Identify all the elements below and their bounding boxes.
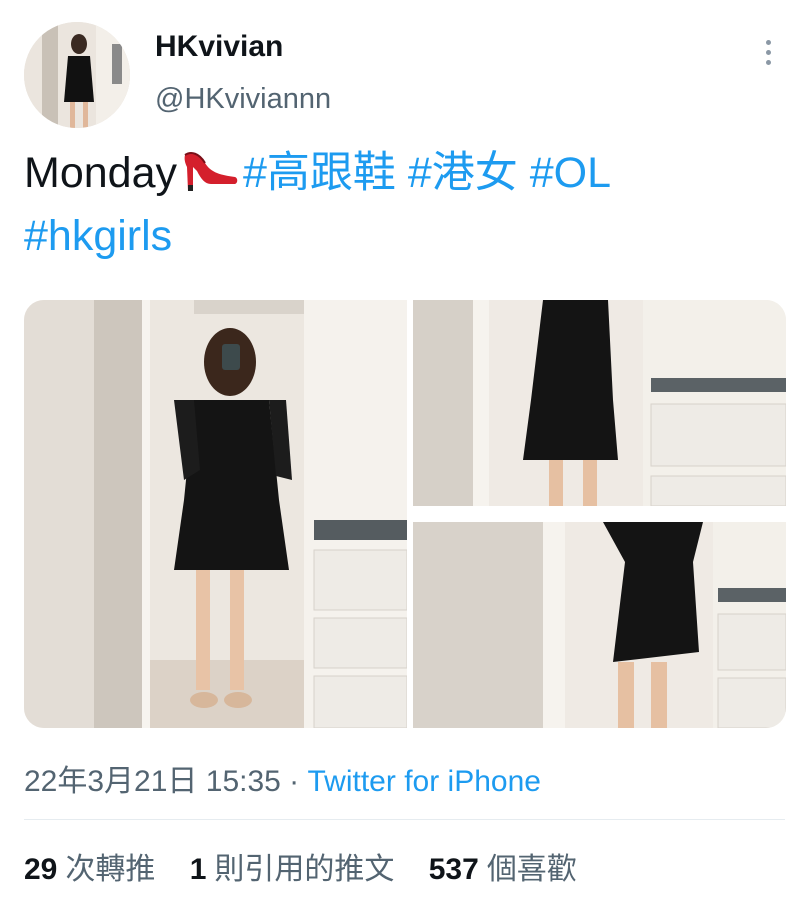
- media-grid: [24, 300, 786, 728]
- author-display-name[interactable]: HKvivian: [155, 30, 283, 64]
- tweet-source-link[interactable]: Twitter for iPhone: [308, 765, 541, 798]
- more-options-icon[interactable]: [764, 40, 774, 66]
- tweet-text: Monday #高跟鞋 #港女 #OL #hkgirls: [24, 142, 784, 268]
- hashtag-link[interactable]: #港女: [408, 149, 518, 197]
- tweet-stats: 29 次轉推 1 則引用的推文 537 個喜歡: [24, 844, 603, 888]
- hashtag-link[interactable]: #高跟鞋: [243, 149, 396, 197]
- retweets-stat[interactable]: 29 次轉推: [24, 853, 155, 886]
- hashtag-link[interactable]: #hkgirls: [24, 212, 172, 260]
- photo-main[interactable]: [24, 300, 407, 728]
- quotes-count: 1: [189, 853, 207, 886]
- high-heel-shoe-icon: [181, 149, 239, 193]
- retweets-label: 次轉推: [65, 853, 156, 886]
- photo-top-right[interactable]: [413, 300, 786, 506]
- hashtag-link[interactable]: #OL: [530, 149, 611, 197]
- likes-stat[interactable]: 537 個喜歡: [429, 853, 577, 886]
- photo-bottom-right[interactable]: [413, 522, 786, 728]
- divider: [24, 819, 785, 820]
- tweet-meta: 22年3月21日 15:35 · Twitter for iPhone: [24, 756, 541, 800]
- author-handle[interactable]: @HKviviannn: [155, 83, 331, 116]
- quotes-label: 則引用的推文: [214, 853, 395, 886]
- likes-count: 537: [428, 853, 479, 886]
- meta-separator: ·: [280, 765, 308, 798]
- tweet-timestamp[interactable]: 22年3月21日 15:35: [24, 765, 281, 798]
- avatar-photo: [24, 22, 130, 128]
- tweet-text-prefix: Monday: [24, 149, 177, 197]
- likes-label: 個喜歡: [486, 853, 577, 886]
- quotes-stat[interactable]: 1 則引用的推文: [190, 853, 395, 886]
- retweets-count: 29: [24, 853, 58, 886]
- avatar[interactable]: [24, 22, 130, 128]
